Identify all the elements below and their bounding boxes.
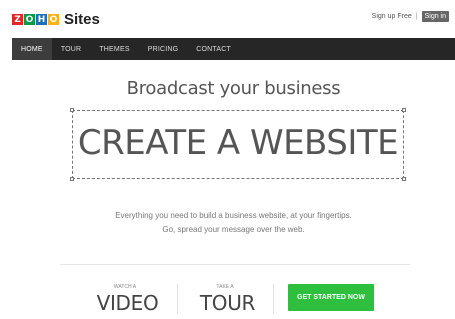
nav-item-themes[interactable]: THEMES xyxy=(90,38,138,60)
nav-item-contact[interactable]: CONTACT xyxy=(187,38,240,60)
signup-link[interactable]: Sign up Free xyxy=(372,13,412,20)
section-divider xyxy=(60,264,410,265)
headline-frame: CREATE A WEBSITE xyxy=(70,108,406,181)
link-separator: | xyxy=(415,13,418,20)
zoho-sites-logo[interactable]: Z O H O Sites xyxy=(12,11,100,28)
take-a-label: TAKE A xyxy=(216,284,234,290)
logo-letter: H xyxy=(36,14,47,25)
cta-separator xyxy=(273,284,274,314)
account-links: Sign up Free | Sign in xyxy=(372,11,449,22)
hero-description: Go, spread your message over the web. xyxy=(162,225,305,234)
hero-description: Everything you need to build a business … xyxy=(115,211,352,220)
cta-separator xyxy=(177,284,178,314)
resize-handle xyxy=(70,108,74,112)
hero-tagline: Broadcast your business xyxy=(126,78,341,99)
nav-item-pricing[interactable]: PRICING xyxy=(139,38,188,60)
tour-label: TOUR xyxy=(199,291,256,315)
watch-a-label: WATCH A xyxy=(113,284,137,290)
brand-name: Sites xyxy=(64,11,100,28)
nav-item-home[interactable]: HOME xyxy=(12,38,52,60)
logo-letter: O xyxy=(24,14,35,25)
signin-button[interactable]: Sign in xyxy=(421,11,449,22)
logo-letter: Z xyxy=(12,14,23,25)
resize-handle xyxy=(402,108,406,112)
nav-item-tour[interactable]: TOUR xyxy=(52,38,91,60)
get-started-button[interactable]: GET STARTED NOW xyxy=(288,284,374,311)
logo-letter: O xyxy=(48,14,59,25)
header: Z O H O Sites Sign up Free | Sign in xyxy=(0,0,455,36)
resize-handle xyxy=(402,177,406,181)
video-label: VIDEO xyxy=(96,291,159,315)
resize-handle xyxy=(70,177,74,181)
main-nav: HOME TOUR THEMES PRICING CONTACT xyxy=(12,38,455,60)
hero-headline: CREATE A WEBSITE xyxy=(77,123,399,163)
